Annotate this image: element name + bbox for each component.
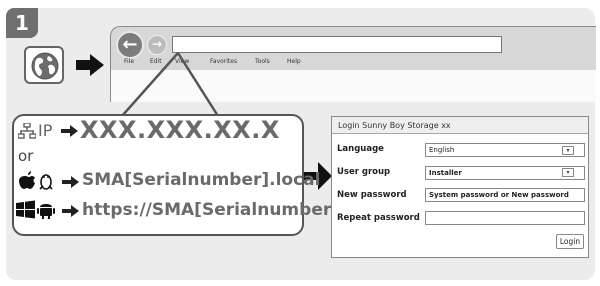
login-title: Login Sunny Boy Storage xx (338, 121, 451, 130)
ip-address-value: XXX.XXX.XX.X (80, 116, 280, 144)
arrow-right-icon (62, 205, 79, 217)
new-password-value: System password or New password (429, 191, 569, 199)
arrow-right-icon (76, 54, 104, 76)
user-group-value: Installer (429, 169, 462, 177)
windows-icon (16, 200, 35, 219)
apple-icon (19, 171, 35, 189)
arrow-right-icon (62, 176, 79, 188)
android-icon (37, 204, 55, 219)
new-password-label: New password (337, 190, 407, 200)
language-value: English (429, 146, 455, 154)
chevron-down-icon[interactable]: ▾ (562, 168, 574, 177)
login-button[interactable]: Login (556, 234, 584, 249)
linux-tux-icon (39, 174, 53, 190)
arrow-right-icon (61, 125, 78, 137)
ip-label: IP (38, 121, 53, 140)
repeat-password-field[interactable] (425, 211, 585, 225)
network-icon (18, 123, 36, 139)
windows-android-icons (16, 200, 55, 219)
https-address-value: https://SMA[Serialnumber] (82, 200, 340, 220)
user-group-label: User group (337, 167, 391, 177)
repeat-password-label: Repeat password (337, 213, 420, 223)
apple-linux-icons (19, 171, 53, 190)
or-label: or (18, 147, 34, 165)
language-label: Language (337, 144, 384, 154)
login-dialog (331, 116, 589, 258)
chevron-down-icon[interactable]: ▾ (562, 146, 574, 155)
local-address-value: SMA[Serialnumber].local (82, 170, 321, 190)
